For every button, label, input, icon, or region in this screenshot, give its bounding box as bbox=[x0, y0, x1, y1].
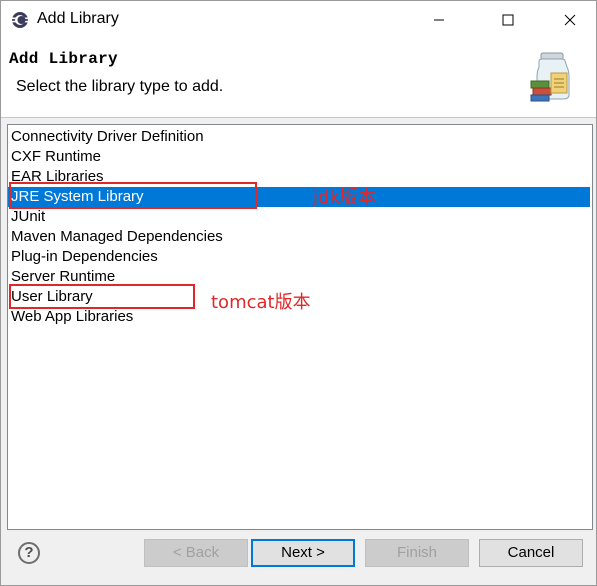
annotation-tomcat-version: tomcat版本 bbox=[211, 292, 311, 313]
eclipse-app-icon bbox=[12, 12, 28, 28]
list-item[interactable]: Connectivity Driver Definition bbox=[8, 127, 590, 147]
back-button[interactable]: < Back bbox=[144, 539, 248, 567]
maximize-icon bbox=[502, 14, 514, 26]
minimize-button[interactable] bbox=[416, 1, 462, 39]
annotation-box-jre bbox=[9, 182, 257, 209]
list-item[interactable]: Plug-in Dependencies bbox=[8, 247, 590, 267]
page-title: Add Library bbox=[9, 50, 118, 68]
close-button[interactable] bbox=[547, 1, 593, 39]
maximize-button[interactable] bbox=[485, 1, 531, 39]
library-type-list[interactable]: Connectivity Driver Definition CXF Runti… bbox=[7, 124, 593, 530]
list-item[interactable]: Maven Managed Dependencies bbox=[8, 227, 590, 247]
next-button[interactable]: Next > bbox=[251, 539, 355, 567]
add-library-dialog: Add Library Add Library Select the libra… bbox=[0, 0, 597, 586]
window-title: Add Library bbox=[37, 10, 119, 27]
finish-button[interactable]: Finish bbox=[365, 539, 469, 567]
minimize-icon bbox=[434, 19, 444, 21]
annotation-box-user-library bbox=[9, 284, 195, 309]
banner-separator bbox=[1, 117, 596, 118]
list-item[interactable]: JUnit bbox=[8, 207, 590, 227]
list-item[interactable]: CXF Runtime bbox=[8, 147, 590, 167]
library-jar-icon bbox=[530, 52, 570, 102]
title-bar: Add Library bbox=[1, 1, 596, 39]
close-icon bbox=[564, 14, 576, 26]
annotation-jdk-version: jdk版本 bbox=[313, 187, 376, 208]
wizard-banner: Add Library Select the library type to a… bbox=[1, 39, 596, 117]
page-description: Select the library type to add. bbox=[16, 78, 224, 95]
help-icon[interactable]: ? bbox=[18, 542, 40, 564]
cancel-button[interactable]: Cancel bbox=[479, 539, 583, 567]
